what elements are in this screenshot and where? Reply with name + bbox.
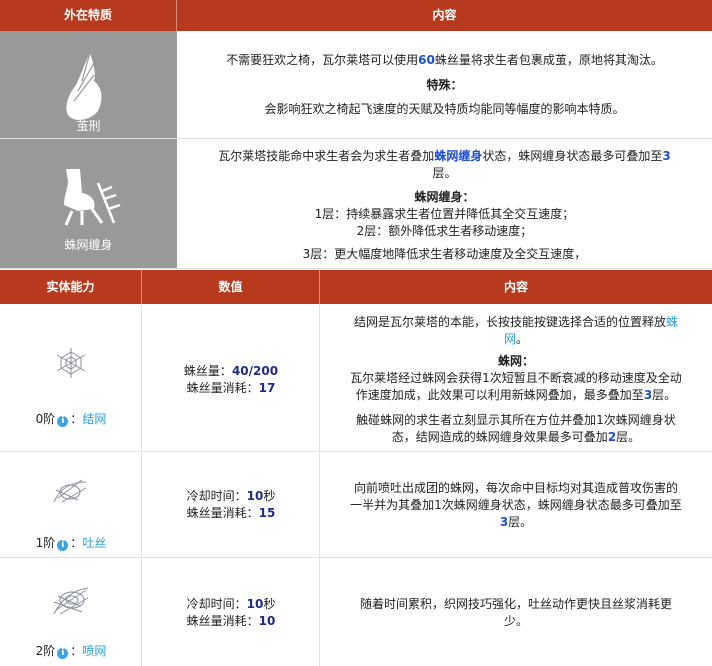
ability-cell-0: 0阶 i ：结网	[0, 304, 142, 451]
web-spray-icon	[53, 587, 89, 615]
cocoon-cost-value: 60	[418, 53, 435, 67]
trait-row-cocoon: 茧刑 不需要狂欢之椅，瓦尔莱塔可以使用60蛛丝量将求生者包裹成茧，原地将其淘汰。…	[0, 31, 712, 139]
ability-cell-2: 2阶 i ：喷网	[0, 558, 142, 666]
ability-link-spray[interactable]: 喷网	[82, 644, 106, 658]
entangle-layer3: 3层：更大幅度地降低求生者移动速度及全交互速度，	[302, 247, 587, 261]
ability-tier-1: 1阶	[35, 536, 56, 550]
web-link-a[interactable]: 蛛	[666, 315, 678, 329]
value-cell-2: 冷却时间：10秒 蛛丝量消耗：10	[142, 558, 320, 666]
header-ability: 实体能力	[0, 270, 142, 304]
info-icon[interactable]: i	[57, 540, 69, 551]
entangle-line2: 层。	[432, 166, 457, 180]
silk-cost-value-1: 15	[258, 506, 276, 520]
header-detail: 内容	[503, 280, 528, 294]
web-link-b[interactable]: 网	[504, 332, 516, 346]
silk-spit-icon	[53, 479, 87, 503]
detail-cell-1: 向前喷吐出成团的蛛网，每次命中目标均对其造成普攻伤害的 一半并为其叠加1次蛛网缠…	[350, 481, 682, 529]
entangle-line1-pre: 瓦尔莱塔技能命中求生者会为求生者叠加	[218, 149, 435, 163]
cocoon-icon	[66, 52, 102, 120]
trait-cell-web-entangle: 蛛网缠身	[0, 139, 177, 268]
info-icon[interactable]: i	[57, 648, 69, 659]
header-value: 数值	[142, 270, 320, 304]
web-entangle-icon	[64, 169, 121, 226]
ability-tier-0: 0阶	[35, 412, 56, 426]
entangle-layer1: 1层：持续暴露求生者位置并降低其全交互速度；	[314, 207, 575, 221]
info-icon[interactable]: i	[57, 416, 69, 427]
cooldown-value-1: 10	[246, 489, 264, 503]
traits-header-row: 外在特质 内容	[0, 0, 712, 31]
silk-amount-value: 40/200	[231, 364, 279, 378]
ability-row-2: 2阶 i ：喷网 冷却时间：10秒 蛛丝量消耗：10 随着时间累积，织网技巧强化，吐…	[0, 558, 712, 666]
trait-name-cocoon: 茧刑	[76, 119, 101, 133]
trait-name-web-entangle: 蛛网缠身	[64, 238, 113, 252]
ability-row-0: 0阶 i ：结网 蛛丝量：40/200 蛛丝量消耗：17 结网是瓦尔莱塔的本能，长按…	[0, 304, 712, 452]
web-icon	[56, 348, 86, 378]
abilities-table: 实体能力 数值 内容 0阶i：结网 蛛丝量：40/200 蛛丝量消耗：17	[0, 270, 712, 666]
detail-cell-0: 结网是瓦尔莱塔的本能，长按技能按键选择合适的位置释放蛛 网。 蛛网： 瓦尔莱塔经…	[320, 304, 712, 451]
cocoon-line1-post: 蛛丝量将求生者包裹成茧，原地将其淘汰。	[434, 53, 663, 67]
header-content: 内容	[432, 8, 457, 22]
header-trait: 外在特质	[0, 0, 177, 31]
ability-row-1: 1阶 i ：吐丝 冷却时间：10秒 蛛丝量消耗：15 向前喷吐出成团的蛛网，每次命中…	[0, 452, 712, 558]
ability-link-weave[interactable]: 结网	[82, 412, 106, 426]
ability-link-spit[interactable]: 吐丝	[82, 536, 106, 550]
entangle-sub-title: 蛛网缠身：	[414, 190, 475, 204]
value-cell-0: 蛛丝量：40/200 蛛丝量消耗：17	[142, 304, 320, 451]
trait-content-web-entangle: 瓦尔莱塔技能命中求生者会为求生者叠加蛛网缠身状态，蛛网缠身状态最多可叠加至3 层…	[177, 139, 712, 268]
cocoon-special-title: 特殊：	[426, 78, 463, 92]
trait-row-web-entangle: 蛛网缠身 瓦尔莱塔技能命中求生者会为求生者叠加蛛网缠身状态，蛛网缠身状态最多可叠…	[0, 139, 712, 269]
cooldown-value-2: 10	[246, 597, 264, 611]
entangle-layer2: 2层：额外降低求生者移动速度；	[356, 224, 533, 238]
abilities-header-row: 实体能力 数值 内容	[0, 270, 712, 304]
trait-content-cocoon: 不需要狂欢之椅，瓦尔莱塔可以使用60蛛丝量将求生者包裹成茧，原地将其淘汰。 特殊…	[177, 31, 712, 138]
detail-cell-2: 随着时间累积，织网技巧强化，吐丝动作更快且丝浆消耗更 少。	[359, 597, 672, 628]
silk-cost-value-2: 10	[258, 614, 276, 628]
ability-cell-1: 1阶 i ：吐丝	[0, 452, 142, 557]
web-sub-title: 蛛网：	[497, 354, 534, 368]
ability-tier-2: 2阶	[35, 644, 56, 658]
value-cell-1: 冷却时间：10秒 蛛丝量消耗：15	[142, 452, 320, 557]
entangle-line1-mid: 状态，蛛网缠身状态最多可叠加至	[482, 149, 663, 163]
cocoon-line1-pre: 不需要狂欢之椅，瓦尔莱塔可以使用	[226, 53, 419, 67]
entangle-max-stacks: 3	[662, 149, 671, 163]
entangle-state-link[interactable]: 蛛网缠身	[434, 149, 482, 163]
cocoon-special-text: 会影响狂欢之椅起飞速度的天赋及特质均能同等幅度的影响本特质。	[264, 102, 625, 116]
silk-cost-value-0: 17	[258, 381, 276, 395]
trait-cell-cocoon: 茧刑	[0, 31, 177, 138]
